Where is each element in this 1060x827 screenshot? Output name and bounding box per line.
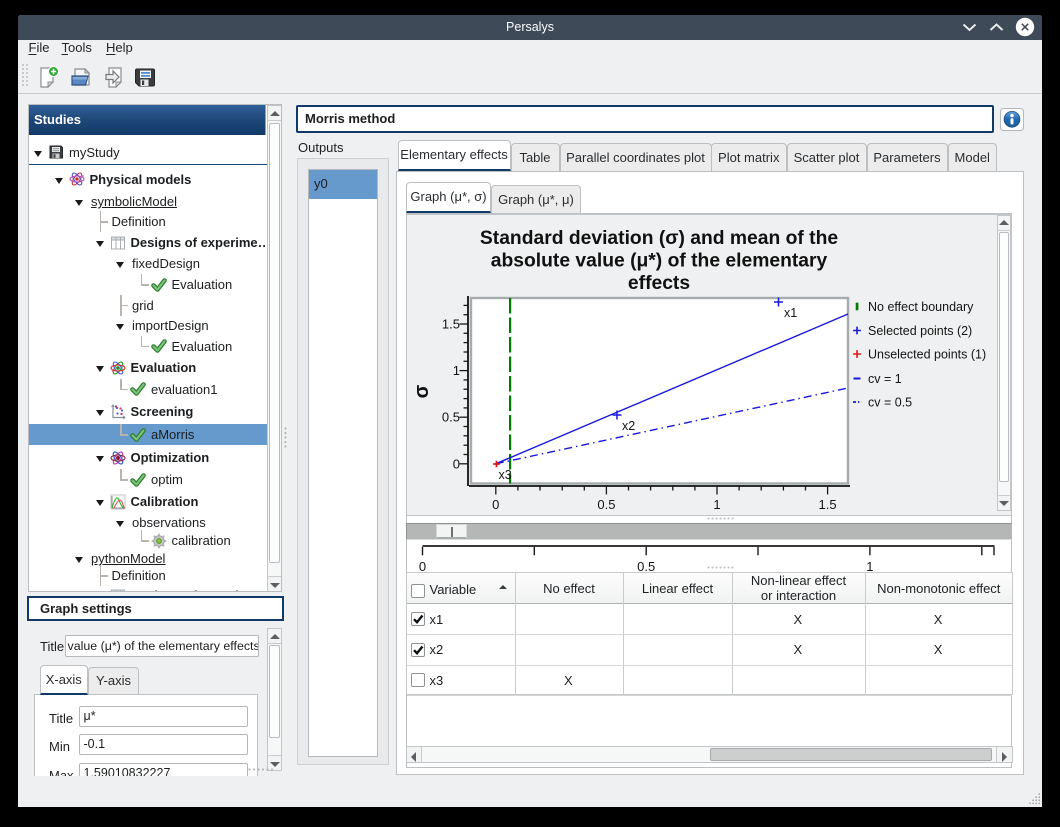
svg-text:No effect boundary: No effect boundary [868, 300, 974, 314]
svg-text:cv = 1: cv = 1 [868, 372, 902, 386]
svg-text:Selected points (2): Selected points (2) [868, 324, 972, 338]
svg-text:effects: effects [628, 273, 690, 294]
svg-text:1: 1 [453, 363, 460, 378]
svg-text:0.5: 0.5 [597, 497, 615, 512]
svg-text:Standard deviation (σ) and mea: Standard deviation (σ) and mean of the [480, 228, 838, 249]
svg-text:σ: σ [411, 384, 433, 398]
svg-text:cv = 0.5: cv = 0.5 [868, 395, 912, 409]
svg-text:Unselected points (1): Unselected points (1) [868, 347, 986, 361]
svg-text:absolute value (μ*) of the ele: absolute value (μ*) of the elementary [491, 250, 828, 271]
svg-text:0.5: 0.5 [442, 409, 460, 424]
svg-text:1.5: 1.5 [442, 316, 460, 331]
svg-text:x2: x2 [622, 419, 635, 433]
svg-text:1.5: 1.5 [819, 497, 837, 512]
svg-text:0: 0 [492, 497, 499, 512]
svg-text:x1: x1 [784, 306, 797, 320]
svg-text:x3: x3 [499, 468, 512, 482]
svg-text:1: 1 [713, 497, 720, 512]
svg-text:0: 0 [453, 456, 460, 471]
